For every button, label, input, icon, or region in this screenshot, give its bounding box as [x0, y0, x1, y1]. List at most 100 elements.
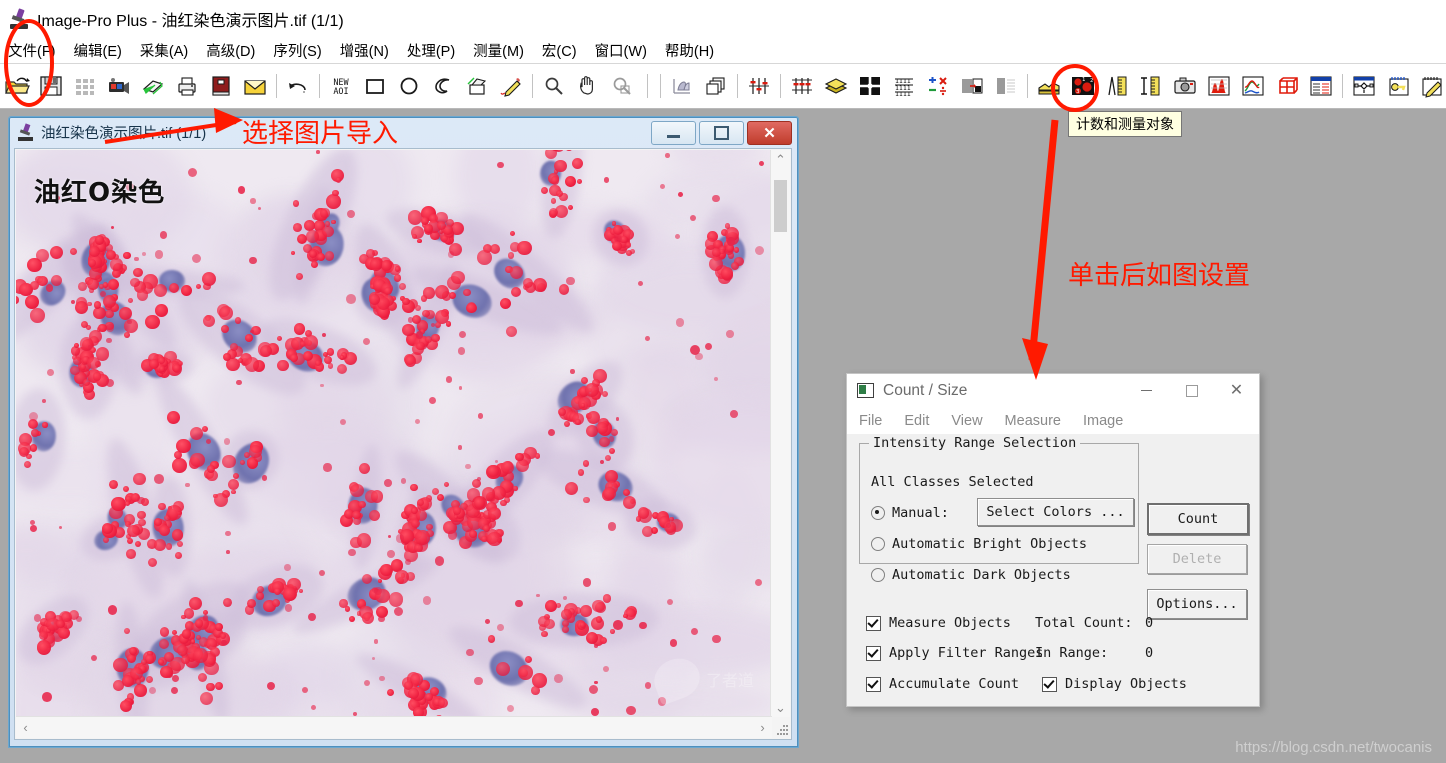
macro-builder-icon[interactable]: [1347, 69, 1381, 103]
radio-automatic-bright-indicator[interactable]: [871, 537, 885, 551]
print-icon[interactable]: [170, 69, 204, 103]
image-child-window[interactable]: 油红染色演示图片.tif (1/1) ✕ 油红O染色 了者道 ⌃ ⌄ ‹ ›: [8, 116, 799, 748]
gradient-bar-icon[interactable]: [989, 69, 1023, 103]
cs-menu-file[interactable]: File: [847, 413, 893, 429]
line-profile-icon[interactable]: [1236, 69, 1270, 103]
menu-edit[interactable]: 编辑(E): [65, 38, 131, 63]
mail-icon[interactable]: [238, 69, 272, 103]
measure-objects-checkbox[interactable]: [866, 615, 881, 631]
filters-icon[interactable]: [853, 69, 887, 103]
image-stack-icon[interactable]: [699, 69, 733, 103]
menu-measure[interactable]: 测量(M): [464, 38, 533, 63]
maximize-button[interactable]: [699, 121, 744, 145]
radio-automatic-dark[interactable]: Automatic Dark Objects: [871, 567, 1071, 583]
horizontal-scrollbar[interactable]: ‹ ›: [16, 716, 772, 738]
undo-icon[interactable]: [281, 69, 315, 103]
image-math-icon[interactable]: [921, 69, 955, 103]
caliper-measure-icon[interactable]: [1100, 69, 1134, 103]
menu-advanced[interactable]: 高级(D): [197, 38, 264, 63]
scroll-up-icon[interactable]: ⌃: [771, 150, 790, 169]
camera-icon[interactable]: [1168, 69, 1202, 103]
data-table-icon[interactable]: [1304, 69, 1338, 103]
count-size-titlebar[interactable]: Count / Size ✕: [847, 374, 1259, 407]
svg-text:1111: 1111: [895, 90, 911, 98]
length-measure-icon[interactable]: [1134, 69, 1168, 103]
checkbox-measure-objects[interactable]: Measure Objects: [866, 615, 1011, 631]
zoom-region-icon[interactable]: [605, 69, 639, 103]
draw-pencil-icon[interactable]: [494, 69, 528, 103]
checkbox-apply-filter-ranges[interactable]: Apply Filter Ranges: [866, 645, 1043, 661]
menu-file[interactable]: 文件(F): [0, 38, 65, 63]
open-file-icon[interactable]: [0, 69, 34, 103]
cs-maximize-button[interactable]: [1169, 374, 1214, 407]
count-size-icon[interactable]: 12 3: [1066, 69, 1100, 103]
scroll-left-icon[interactable]: ‹: [16, 718, 35, 737]
resize-grip[interactable]: [773, 721, 789, 737]
freehand-aoi-icon[interactable]: [426, 69, 460, 103]
histogram-icon[interactable]: [1202, 69, 1236, 103]
video-capture-icon[interactable]: [102, 69, 136, 103]
cs-menu-image[interactable]: Image: [1072, 413, 1134, 429]
cs-menu-edit[interactable]: Edit: [893, 413, 940, 429]
script-edit-icon[interactable]: [1415, 69, 1446, 103]
image-canvas[interactable]: 油红O染色 了者道: [16, 150, 772, 717]
image-snap-icon[interactable]: [136, 69, 170, 103]
count-size-dialog[interactable]: Count / Size ✕ File Edit View Measure Im…: [846, 373, 1260, 707]
svg-text:2: 2: [1090, 78, 1094, 84]
scroll-right-icon[interactable]: ›: [753, 718, 772, 737]
menu-enhance[interactable]: 增强(N): [331, 38, 398, 63]
pan-hand-icon[interactable]: [571, 69, 605, 103]
menu-window[interactable]: 窗口(W): [586, 38, 656, 63]
display-objects-checkbox[interactable]: [1042, 676, 1057, 692]
checkbox-accumulate-count[interactable]: Accumulate Count: [866, 676, 1019, 692]
color-channels-icon[interactable]: [785, 69, 819, 103]
options-button[interactable]: Options...: [1147, 589, 1247, 619]
zoom-icon[interactable]: [537, 69, 571, 103]
contrast-sliders-icon[interactable]: [742, 69, 776, 103]
radio-automatic-dark-label: Automatic Dark Objects: [892, 567, 1071, 583]
svg-text:3: 3: [1076, 89, 1080, 95]
close-button[interactable]: ✕: [747, 121, 792, 145]
vertical-scrollbar[interactable]: ⌃ ⌄: [770, 150, 790, 717]
cs-menu-view[interactable]: View: [940, 413, 993, 429]
segmentation-icon[interactable]: [955, 69, 989, 103]
rectangle-aoi-icon[interactable]: [358, 69, 392, 103]
select-colors-button[interactable]: Select Colors ...: [977, 498, 1134, 526]
accumulate-count-checkbox[interactable]: [866, 676, 881, 692]
cs-menu-measure[interactable]: Measure: [994, 413, 1072, 429]
aoi-from-object-icon[interactable]: [460, 69, 494, 103]
save-file-icon[interactable]: [34, 69, 68, 103]
calibrate-icon[interactable]: [1032, 69, 1066, 103]
cs-minimize-button[interactable]: [1124, 374, 1169, 407]
image-window-titlebar[interactable]: 油红染色演示图片.tif (1/1) ✕: [9, 117, 798, 148]
group-legend: Intensity Range Selection: [869, 435, 1081, 451]
minimize-button[interactable]: [651, 121, 696, 145]
apply-filter-ranges-checkbox[interactable]: [866, 645, 881, 661]
notebook-icon[interactable]: [204, 69, 238, 103]
radio-automatic-bright[interactable]: Automatic Bright Objects: [871, 536, 1087, 552]
cs-close-button[interactable]: ✕: [1214, 374, 1259, 407]
total-count-label: Total Count:: [1035, 615, 1133, 631]
image-window-controls: ✕: [651, 121, 792, 145]
display-objects-label: Display Objects: [1065, 676, 1187, 692]
menu-process[interactable]: 处理(P): [398, 38, 464, 63]
radio-automatic-dark-indicator[interactable]: [871, 568, 885, 582]
3d-surface-icon[interactable]: [1270, 69, 1304, 103]
menu-help[interactable]: 帮助(H): [656, 38, 723, 63]
checkbox-display-objects[interactable]: Display Objects: [1042, 676, 1187, 692]
binary-matrix-icon[interactable]: 1111 1111 1111: [887, 69, 921, 103]
new-aoi-icon[interactable]: NEW AOI: [324, 69, 358, 103]
scroll-down-icon[interactable]: ⌄: [771, 698, 790, 717]
menu-sequence[interactable]: 序列(S): [264, 38, 330, 63]
ellipse-aoi-icon[interactable]: [392, 69, 426, 103]
count-button[interactable]: Count: [1147, 503, 1249, 535]
menu-macro[interactable]: 宏(C): [533, 38, 586, 63]
radio-manual[interactable]: Manual:: [871, 505, 949, 521]
radio-manual-indicator[interactable]: [871, 506, 885, 520]
layers-icon[interactable]: [819, 69, 853, 103]
macro-record-icon[interactable]: [1381, 69, 1415, 103]
menu-acquire[interactable]: 采集(A): [131, 38, 197, 63]
image-overlay-icon[interactable]: [665, 69, 699, 103]
grid-thumbnails-icon[interactable]: [68, 69, 102, 103]
vertical-scroll-thumb[interactable]: [774, 180, 787, 232]
